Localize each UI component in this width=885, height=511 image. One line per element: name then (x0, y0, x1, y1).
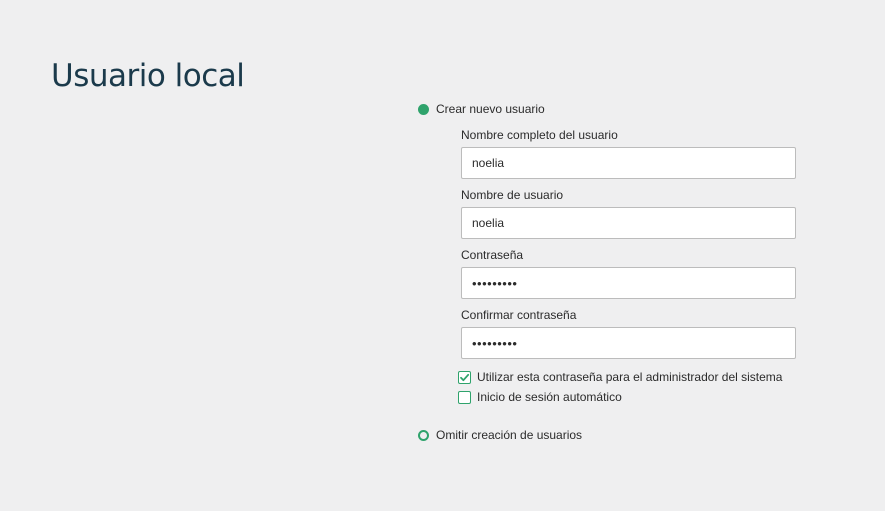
page-title: Usuario local (51, 58, 245, 94)
skip-user-label[interactable]: Omitir creación de usuarios (436, 428, 582, 442)
password-field[interactable] (461, 267, 796, 299)
full-name-label: Nombre completo del usuario (461, 128, 618, 142)
username-field[interactable] (461, 207, 796, 239)
use-for-admin-checkbox[interactable] (458, 371, 471, 384)
skip-user-radio[interactable] (418, 430, 429, 441)
full-name-field[interactable] (461, 147, 796, 179)
confirm-password-field[interactable] (461, 327, 796, 359)
password-label: Contraseña (461, 248, 524, 262)
create-user-radio[interactable] (418, 104, 429, 115)
confirm-password-label: Confirmar contraseña (461, 308, 577, 322)
checkmark-icon (460, 373, 470, 382)
username-label: Nombre de usuario (461, 188, 564, 202)
auto-login-label[interactable]: Inicio de sesión automático (477, 390, 622, 404)
create-user-label[interactable]: Crear nuevo usuario (436, 102, 545, 116)
auto-login-checkbox[interactable] (458, 391, 471, 404)
use-for-admin-label[interactable]: Utilizar esta contraseña para el adminis… (477, 370, 782, 384)
